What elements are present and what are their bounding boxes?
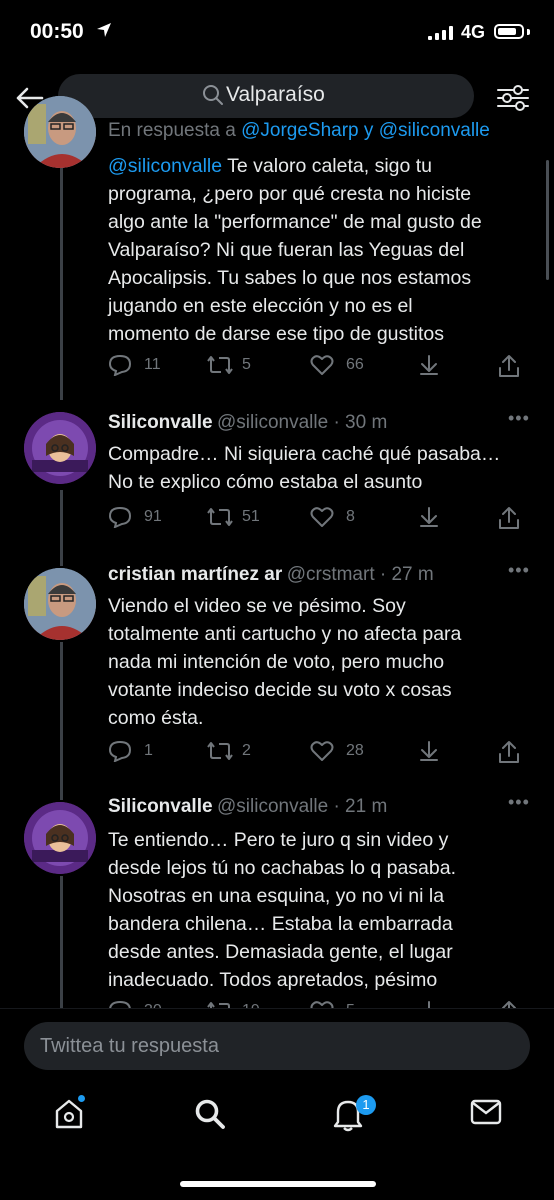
avatar[interactable] — [24, 802, 96, 874]
reply-context: En respuesta a @JorgeSharp y @siliconval… — [108, 120, 490, 142]
tweet-text: Compadre… Ni siquiera caché qué pasaba… N… — [108, 440, 528, 496]
tweet-actions: 1 2 28 — [0, 738, 554, 764]
author-handle-time[interactable]: @crstmart · 27 m — [287, 564, 434, 585]
tweet-text: Te entiendo… Pero te juro q sin video y d… — [108, 826, 528, 994]
tweet-line: Valparaíso? Ni que fueran las Yeguas del — [108, 239, 465, 261]
retweets-count: 51 — [242, 508, 260, 525]
replies-count: 1 — [144, 742, 153, 759]
tweet-line: totalmente anti cartucho y no afecta par… — [108, 623, 462, 645]
tweet-line: Te entiendo… Pero te juro q sin video y — [108, 829, 449, 851]
share-icon — [498, 354, 520, 378]
tweet-actions: 11 5 66 — [0, 352, 554, 378]
author-name[interactable]: cristian martínez ar — [108, 564, 282, 585]
replies-count: 11 — [144, 356, 161, 373]
avatar[interactable] — [24, 412, 96, 484]
author-name[interactable]: Siliconvalle — [108, 796, 213, 817]
author-handle-time[interactable]: @siliconvalle · 21 m — [217, 796, 387, 817]
tweet[interactable]: En respuesta a @JorgeSharp y @siliconval… — [0, 96, 554, 386]
mention-link[interactable]: @siliconvalle — [108, 155, 222, 177]
reply-user-link[interactable]: @JorgeSharp — [241, 120, 359, 141]
tweet-line: desde lejos tú no cachabas lo q pasaba. — [108, 857, 457, 879]
tweet-header: cristian martínez ar @crstmart · 27 m — [108, 564, 434, 586]
download-icon — [418, 506, 440, 528]
like-icon — [310, 506, 334, 528]
tweet-line: Te valoro caleta, sigo tu — [222, 155, 433, 177]
avatar[interactable] — [24, 96, 96, 168]
more-options-icon[interactable]: ••• — [508, 792, 530, 813]
tweet-line: votante indeciso decide su voto x cosas — [108, 679, 452, 701]
tweet-line: jugando en este elección y no es el — [108, 295, 413, 317]
likes-count: 28 — [346, 742, 364, 759]
explore-search-icon[interactable] — [194, 1098, 226, 1130]
tweet-text: @siliconvalle Te valoro caleta, sigo tu p… — [108, 152, 528, 348]
tweet-line: como ésta. — [108, 707, 204, 729]
reply-icon — [108, 740, 132, 762]
tweet-line: algo ante la "performance" de mal gusto … — [108, 211, 482, 233]
tweet-line: desde antes. Demasiada gente, el lugar — [108, 941, 453, 963]
tweet-line: nada mi intención de voto, pero mucho — [108, 651, 445, 673]
battery-icon — [494, 24, 524, 39]
author-name[interactable]: Siliconvalle — [108, 412, 213, 433]
home-indicator[interactable] — [180, 1181, 376, 1187]
tweet-line: inadecuado. Todos apretados, pésimo — [108, 969, 438, 991]
like-icon — [310, 740, 334, 762]
home-new-dot — [78, 1095, 85, 1102]
location-arrow-icon — [96, 22, 112, 38]
tweet-line: Apocalipsis. Tu sabes lo que nos estamos — [108, 267, 472, 289]
retweets-count: 2 — [242, 742, 251, 759]
download-icon — [418, 740, 440, 762]
share-icon — [498, 1000, 520, 1008]
network-type: 4G — [461, 22, 486, 42]
battery-tip — [527, 29, 530, 35]
author-handle-time[interactable]: @siliconvalle · 30 m — [217, 412, 387, 433]
download-icon — [418, 1000, 440, 1008]
status-bar: 00:50 4G — [0, 0, 554, 72]
home-icon[interactable] — [54, 1098, 84, 1130]
avatar[interactable] — [24, 568, 96, 640]
tweet-actions: 30195 — [0, 998, 554, 1008]
share-icon — [498, 740, 520, 764]
retweets-count: 5 — [242, 356, 251, 373]
retweet-icon — [206, 354, 234, 376]
reply-icon — [108, 354, 132, 376]
tweet-line: No te explico cómo estaba el asunto — [108, 471, 423, 493]
like-icon — [310, 1000, 334, 1008]
more-options-icon[interactable]: ••• — [508, 408, 530, 429]
reply-icon — [108, 506, 132, 528]
tweet-text: Viendo el video se ve pésimo. Soy totalme… — [108, 592, 528, 732]
like-icon — [310, 354, 334, 376]
composer-placeholder: Twittea tu respuesta — [40, 1035, 219, 1057]
reply-composer[interactable]: Twittea tu respuesta — [24, 1022, 530, 1070]
replies-count: 91 — [144, 508, 162, 525]
signal-icon — [428, 26, 454, 40]
notifications-badge: 1 — [356, 1095, 376, 1115]
tweet-line: momento de darse ese tipo de gustitos — [108, 323, 445, 345]
likes-count: 66 — [346, 356, 364, 373]
divider — [0, 1008, 554, 1009]
tweet-line: Nosotras en una esquina, yo no vi ni la — [108, 885, 445, 907]
tweet-line: programa, ¿pero por qué cresta no hicist… — [108, 183, 472, 205]
likes-count: 8 — [346, 508, 355, 525]
retweet-icon — [206, 1000, 234, 1008]
tweet-line: bandera chilena… Estaba la embarrada — [108, 913, 453, 935]
tweet-header: Siliconvalle @siliconvalle · 30 m — [108, 412, 387, 434]
messages-mail-icon[interactable] — [470, 1098, 502, 1126]
reply-icon — [108, 1000, 132, 1008]
status-time: 00:50 — [30, 20, 84, 43]
more-options-icon[interactable]: ••• — [508, 560, 530, 581]
reply-join: y — [363, 120, 374, 141]
reply-prefix: En respuesta a — [108, 120, 236, 141]
share-icon — [498, 506, 520, 530]
retweet-icon — [206, 506, 234, 528]
retweet-icon — [206, 740, 234, 762]
tweet-line: Viendo el video se ve pésimo. Soy — [108, 595, 406, 617]
tweet-line: Compadre… Ni siquiera caché qué pasaba… — [108, 443, 501, 465]
tweet-header: Siliconvalle @siliconvalle · 21 m — [108, 796, 387, 818]
download-icon — [418, 354, 440, 376]
tweet-actions: 91 51 8 — [0, 504, 554, 530]
reply-user-link[interactable]: @siliconvalle — [379, 120, 490, 141]
